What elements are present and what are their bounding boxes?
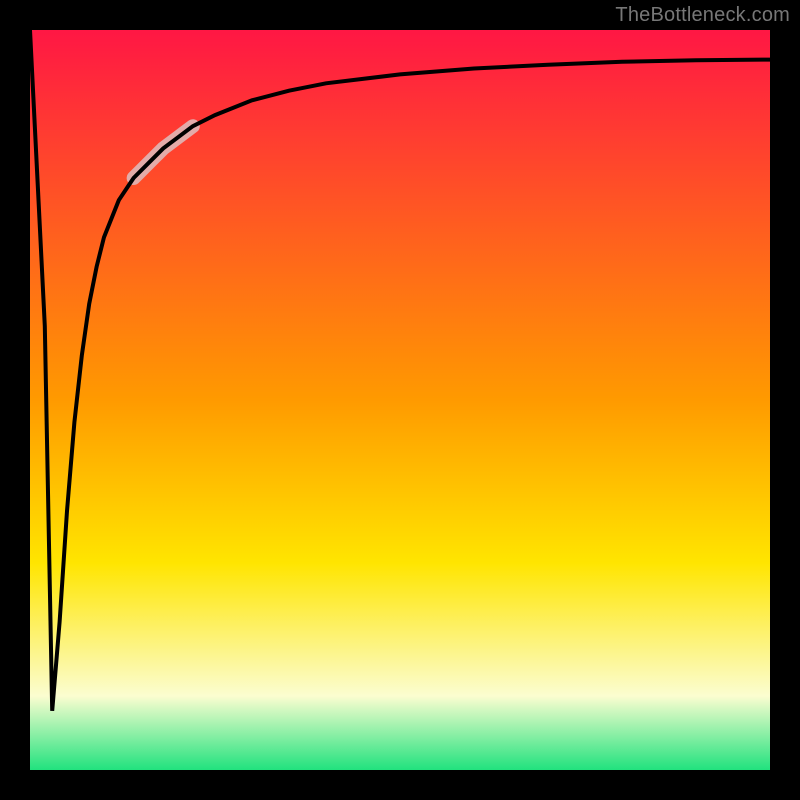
gradient-plot-area: [30, 30, 770, 770]
bottleneck-chart: [0, 0, 800, 800]
watermark-label: TheBottleneck.com: [615, 4, 790, 27]
